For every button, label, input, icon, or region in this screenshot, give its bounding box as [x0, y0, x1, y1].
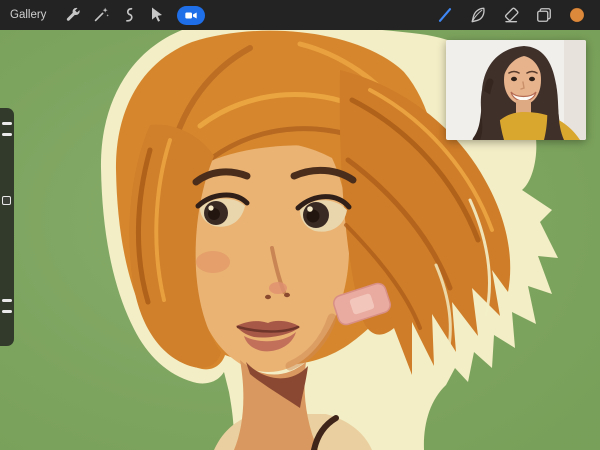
selection-s-icon: [126, 7, 133, 22]
active-color-dot: [569, 7, 585, 23]
reference-photo-image: [446, 40, 586, 140]
top-toolbar: Gallery: [0, 0, 600, 30]
eraser-icon: [505, 7, 519, 23]
procreate-app: Gallery: [0, 0, 600, 450]
reference-photo-overlay[interactable]: [446, 40, 586, 140]
brush-stroke-icon: [438, 8, 452, 22]
nostril-right: [284, 292, 290, 298]
opacity-handle[interactable]: [2, 299, 12, 302]
paint-brush-button[interactable]: [432, 2, 458, 28]
toolbar-left-group: Gallery: [0, 2, 206, 28]
video-camera-icon: [185, 12, 198, 18]
feather-icon: [471, 7, 485, 23]
sidebar-sliders: [0, 108, 14, 346]
transform-arrow-icon[interactable]: [144, 2, 170, 28]
nostril-left: [265, 294, 271, 300]
glint-left: [208, 205, 214, 211]
cursor-arrow-icon: [152, 7, 163, 22]
actions-wrench-icon[interactable]: [60, 2, 86, 28]
brush-size-handle-grip: [2, 133, 12, 136]
color-swatch-button[interactable]: [564, 2, 590, 28]
layers-button[interactable]: [531, 2, 557, 28]
opacity-handle-grip: [2, 310, 12, 313]
adjustments-wand-icon[interactable]: [88, 2, 114, 28]
pupil-right: [306, 209, 320, 223]
opacity-slider[interactable]: [0, 236, 14, 346]
blush-left: [196, 251, 230, 273]
video-record-button[interactable]: [177, 5, 206, 25]
modify-button[interactable]: [2, 196, 11, 205]
nose-tip-blush: [269, 282, 287, 294]
layers-icon: [537, 8, 551, 22]
toolbar-right-group: [432, 2, 600, 28]
eraser-button[interactable]: [498, 2, 524, 28]
smudge-button[interactable]: [465, 2, 491, 28]
gallery-button[interactable]: Gallery: [10, 9, 58, 21]
brush-size-handle[interactable]: [2, 122, 12, 125]
ref-eye-left: [511, 76, 517, 82]
glint-right: [307, 206, 313, 212]
wrench-icon: [67, 7, 81, 21]
magic-wand-icon: [95, 7, 110, 22]
selection-icon[interactable]: [116, 2, 142, 28]
ref-eye-right: [529, 76, 535, 82]
